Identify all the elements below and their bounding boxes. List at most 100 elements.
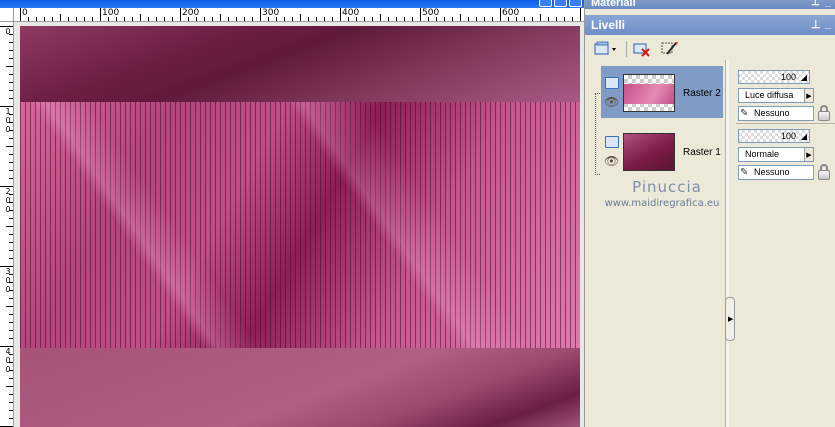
ruler-minor-tick (428, 17, 429, 21)
image-window-titlebar[interactable] (0, 0, 584, 8)
ruler-minor-tick (148, 17, 149, 21)
ruler-major-tick (260, 8, 261, 21)
opacity-slider[interactable]: 100 ◢ (738, 129, 810, 143)
slider-corner-icon: ◢ (800, 73, 807, 82)
minimize-button[interactable] (539, 0, 552, 7)
new-layer-button[interactable] (591, 39, 621, 59)
collapse-handle[interactable]: ▶ (725, 297, 735, 341)
slider-corner-icon: ◢ (800, 132, 807, 141)
ruler-minor-tick (308, 17, 309, 21)
layer-type-icon (605, 136, 619, 148)
blend-mode-select[interactable]: Normale ▶ (738, 147, 814, 162)
delete-layer-button[interactable] (631, 39, 653, 59)
opacity-value: 100 (780, 131, 796, 141)
canvas-area[interactable] (14, 22, 584, 427)
ruler-minor-tick (9, 90, 13, 91)
ruler-minor-tick (204, 17, 205, 21)
ruler-minor-tick (6, 306, 13, 307)
right-panels: Materiali ⊥ _ Livelli ⊥ _ 👁 Raster 2 👁 R… (584, 0, 835, 427)
blend-mode-select[interactable]: Luce diffusa ▶ (738, 88, 814, 103)
ruler-minor-tick (9, 122, 13, 123)
ruler-minor-tick (9, 202, 13, 203)
ruler-minor-tick (436, 17, 437, 21)
ruler-minor-tick (524, 17, 525, 21)
ruler-minor-tick (9, 194, 13, 195)
ruler-minor-tick (380, 14, 381, 21)
ruler-minor-tick (9, 362, 13, 363)
ruler-minor-tick (9, 250, 13, 251)
ruler-major-tick (580, 8, 581, 21)
ruler-label: 0 (5, 116, 11, 125)
ruler-minor-tick (332, 17, 333, 21)
image-bottom-band (20, 348, 580, 427)
ruler-minor-tick (244, 17, 245, 21)
ruler-minor-tick (9, 330, 13, 331)
panel-splitter[interactable] (725, 60, 729, 427)
watermark-url: www.maidiregrafica.eu (604, 198, 720, 209)
group-bracket (595, 93, 600, 175)
ruler-minor-tick (9, 402, 13, 403)
blend-mode-value: Normale (745, 149, 780, 159)
brush-icon: ✎ (740, 108, 749, 119)
vertical-ruler: 0100200300400 (0, 22, 14, 427)
ruler-minor-tick (164, 17, 165, 21)
layer-row-raster-2[interactable]: 👁 Raster 2 (601, 66, 723, 118)
opacity-value: 100 (780, 72, 796, 82)
ruler-minor-tick (468, 17, 469, 21)
ruler-minor-tick (548, 17, 549, 21)
materiali-panel-header[interactable]: Materiali ⊥ _ (585, 0, 835, 9)
minimize-panel-icon[interactable]: _ (825, 18, 831, 30)
ruler-minor-tick (196, 17, 197, 21)
ruler-major-tick (420, 8, 421, 21)
ruler-minor-tick (9, 338, 13, 339)
maximize-button[interactable] (554, 0, 567, 7)
pin-icon[interactable]: ⊥ (811, 0, 820, 8)
minimize-panel-icon[interactable]: _ (825, 0, 831, 8)
dropdown-arrow-icon[interactable]: ▶ (804, 89, 813, 102)
eye-icon[interactable]: 👁 (604, 155, 619, 167)
materiali-title: Materiali (591, 0, 636, 9)
ruler-minor-tick (9, 178, 13, 179)
ruler-major-tick (500, 8, 501, 21)
ruler-major-tick (0, 186, 13, 187)
ruler-minor-tick (9, 282, 13, 283)
ruler-minor-tick (132, 17, 133, 21)
ruler-minor-tick (532, 17, 533, 21)
ruler-minor-tick (6, 146, 13, 147)
lock-icon[interactable] (816, 163, 832, 181)
window-controls (539, 0, 582, 7)
ruler-minor-tick (28, 17, 29, 21)
ruler-minor-tick (9, 314, 13, 315)
layer-row-raster-1[interactable]: 👁 Raster 1 (601, 125, 723, 177)
opacity-slider[interactable]: 100 ◢ (738, 70, 810, 84)
psp-workspace: 0 100 200 300 400 500 600 0100200300400 Materi… (0, 0, 835, 427)
layer-list: 👁 Raster 2 👁 Raster 1 (589, 63, 727, 183)
ruler-major-tick (0, 26, 13, 27)
pin-icon[interactable]: ⊥ (811, 18, 821, 31)
ruler-minor-tick (6, 386, 13, 387)
eye-icon[interactable]: 👁 (604, 96, 619, 108)
ruler-minor-tick (9, 370, 13, 371)
ruler-major-tick (0, 346, 13, 347)
mask-select[interactable]: ✎ Nessuno (738, 165, 814, 180)
edit-layer-button[interactable] (659, 39, 681, 59)
livelli-panel-header[interactable]: Livelli ⊥ _ (585, 15, 835, 35)
lock-icon[interactable] (816, 104, 832, 122)
ruler-minor-tick (9, 274, 13, 275)
image-diagonal-highlight (20, 102, 580, 348)
mask-select[interactable]: ✎ Nessuno (738, 106, 814, 121)
ruler-minor-tick (52, 17, 53, 21)
ruler-minor-tick (9, 74, 13, 75)
delete-layer-icon (633, 43, 650, 57)
layer-thumbnail (623, 74, 675, 112)
ruler-minor-tick (9, 170, 13, 171)
ruler-label: 0 (5, 276, 11, 285)
image-canvas[interactable] (20, 26, 580, 427)
close-button[interactable] (569, 0, 582, 7)
dropdown-arrow-icon[interactable]: ▶ (804, 148, 813, 161)
ruler-minor-tick (9, 258, 13, 259)
ruler-corner (0, 8, 14, 22)
ruler-minor-tick (412, 17, 413, 21)
ruler-major-tick (180, 8, 181, 21)
ruler-minor-tick (556, 17, 557, 21)
